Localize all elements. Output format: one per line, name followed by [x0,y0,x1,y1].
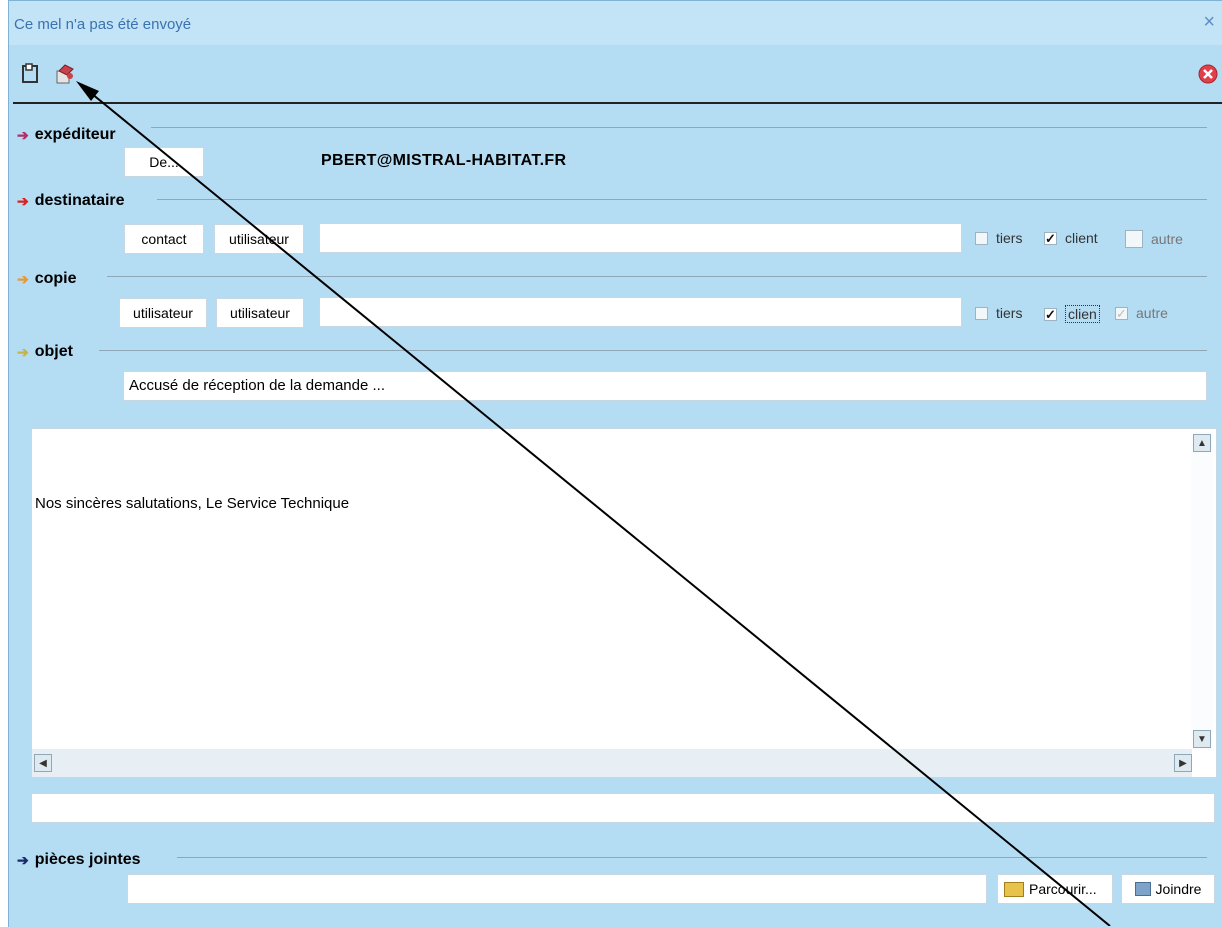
checkbox-label: autre [1136,305,1168,321]
copy-section: ➔ copie [17,270,77,288]
cancel-icon[interactable] [1195,61,1221,87]
checkbox-label: tiers [996,305,1023,321]
attach-button[interactable]: Joindre [1121,874,1215,904]
copy-autre-checkbox[interactable]: ✓ autre [1115,305,1168,321]
sender-address: PBERT@MISTRAL-HABITAT.FR [321,152,567,169]
message-body[interactable]: Nos sincères salutations, Le Service Tec… [31,428,1217,778]
scroll-down-icon[interactable]: ▼ [1193,730,1211,748]
scroll-up-icon[interactable]: ▲ [1193,434,1211,452]
section-divider [151,127,1207,128]
copy-input[interactable] [319,297,962,327]
copy-tiers-checkbox[interactable]: tiers [975,305,1022,321]
checkbox-label: clien [1065,305,1100,323]
folder-icon [1004,881,1024,897]
checkbox-label: autre [1151,231,1183,247]
attachments-section: ➔ pièces jointes [17,851,141,869]
attach-label: Joindre [1155,881,1202,897]
save-icon[interactable] [19,61,45,87]
scroll-left-icon[interactable]: ◀ [34,754,52,772]
checkbox-box [1125,230,1143,248]
tiers-checkbox[interactable]: tiers [975,230,1022,246]
copy-user-button-1[interactable]: utilisateur [119,298,207,328]
recipient-label: destinataire [34,192,125,209]
browse-button[interactable]: Parcourir... [997,874,1113,904]
contact-button[interactable]: contact [124,224,204,254]
copy-label: copie [34,270,77,287]
vertical-scrollbar[interactable]: ▲ ▼ [1191,432,1213,750]
attach-icon [1134,882,1151,896]
checkbox-box: ✓ [1044,306,1057,322]
sender-label: expéditeur [34,126,116,143]
client-checkbox[interactable]: ✓ client [1044,230,1098,246]
toolbar [9,53,1222,101]
section-divider [177,857,1207,858]
section-divider [157,199,1207,200]
from-button[interactable]: De... [124,147,204,177]
subject-input[interactable]: Accusé de réception de la demande ... [123,371,1207,401]
checkbox-box [975,306,988,320]
checkbox-box [975,231,988,245]
title-bar: Ce mel n'a pas été envoyé × [9,1,1222,45]
subject-section: ➔ objet [17,343,73,361]
message-text: Nos sincères salutations, Le Service Tec… [35,495,350,512]
arrow-right-icon: ➔ [17,126,29,143]
arrow-right-icon: ➔ [17,343,29,360]
browse-label: Parcourir... [1029,881,1097,897]
copy-client-checkbox[interactable]: ✓ clien [1044,305,1100,323]
toolbar-divider [13,102,1222,104]
window-title: Ce mel n'a pas été envoyé [14,16,192,33]
checkbox-label: tiers [996,230,1023,246]
attachment-input[interactable] [127,874,987,904]
section-divider [107,276,1207,277]
arrow-right-icon: ➔ [17,270,29,287]
checkbox-label: client [1065,230,1098,246]
copy-user-button-2[interactable]: utilisateur [216,298,304,328]
autre-checkbox[interactable]: autre [1125,230,1183,248]
checkbox-box: ✓ [1115,305,1128,321]
email-dialog: Ce mel n'a pas été envoyé × ➔ expéditeur… [8,0,1222,927]
user-button[interactable]: utilisateur [214,224,304,254]
attachments-label: pièces jointes [34,851,141,868]
checkbox-box: ✓ [1044,230,1057,246]
sender-section: ➔ expéditeur [17,126,116,144]
arrow-right-icon: ➔ [17,192,29,209]
recipient-input[interactable] [319,223,962,253]
arrow-right-icon: ➔ [17,851,29,868]
horizontal-scrollbar[interactable]: ◀ ▶ [32,749,1192,777]
section-divider [99,350,1207,351]
recipient-section: ➔ destinataire [17,192,125,210]
subject-label: objet [34,343,73,360]
status-field[interactable] [31,793,1215,823]
send-icon[interactable] [53,61,79,87]
scroll-right-icon[interactable]: ▶ [1174,754,1192,772]
close-icon[interactable]: × [1203,11,1215,34]
